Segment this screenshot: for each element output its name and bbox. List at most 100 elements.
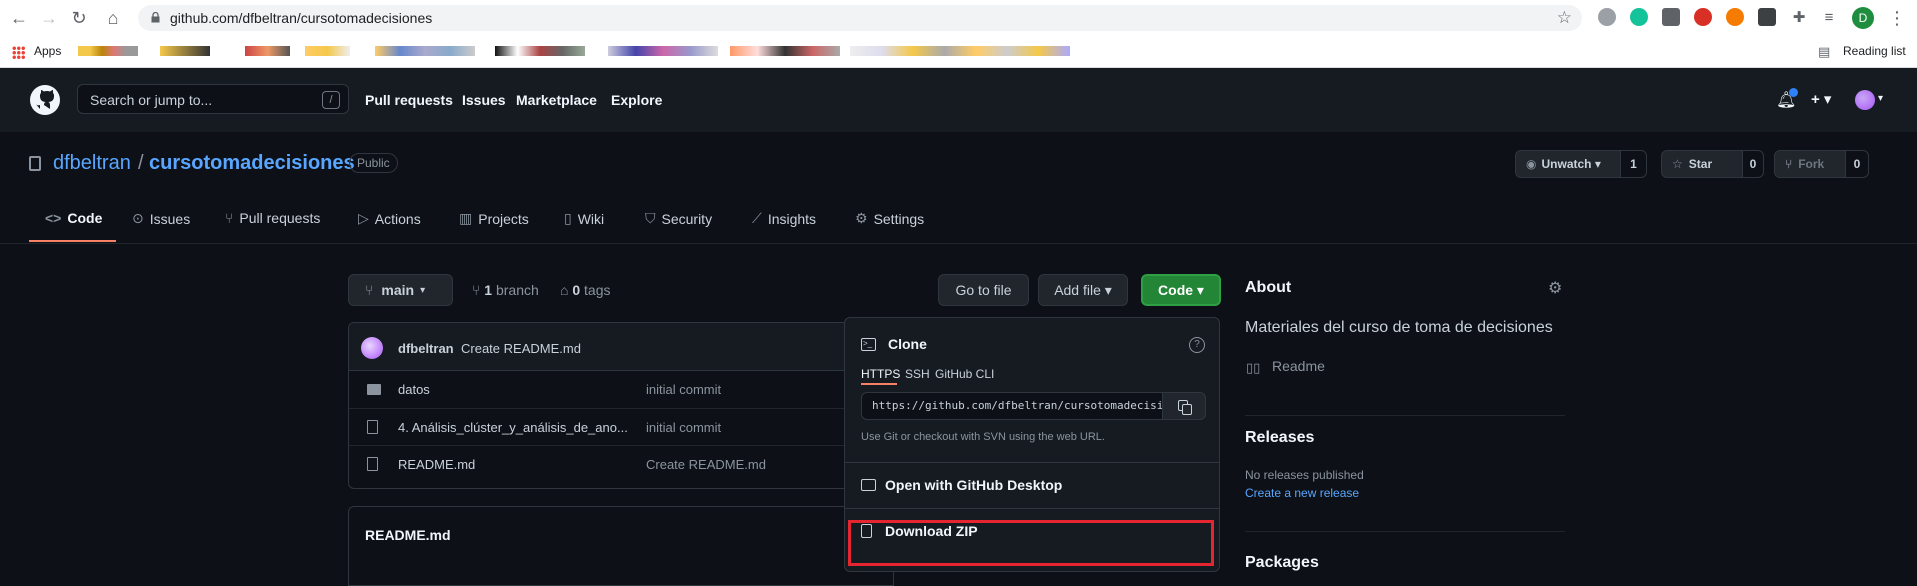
address-bar[interactable]: github.com/dfbeltran/cursotomadecisiones… (138, 5, 1582, 31)
tab-actions[interactable]: ▷ Actions (358, 210, 421, 227)
commit-message[interactable]: Create README.md (461, 341, 581, 356)
lock-icon (151, 12, 160, 23)
extension-icon[interactable] (1726, 8, 1744, 26)
apps-label[interactable]: Apps (34, 44, 61, 58)
branches-link[interactable]: ⑂ 1 branch (472, 282, 539, 298)
clone-tab-cli[interactable]: GitHub CLI (935, 367, 994, 381)
bookmark-item[interactable] (160, 46, 210, 56)
bookmark-item[interactable] (850, 46, 1070, 56)
file-commit-message[interactable]: initial commit (646, 420, 721, 435)
star-button[interactable]: ☆ Star (1661, 150, 1743, 178)
reading-list-icon[interactable]: ▤ (1818, 44, 1830, 60)
commit-author[interactable]: dfbeltran (398, 341, 454, 356)
extension-icon[interactable] (1662, 8, 1680, 26)
bookmark-item[interactable] (375, 46, 475, 56)
reading-list-label[interactable]: Reading list (1843, 44, 1906, 58)
nav-issues[interactable]: Issues (462, 92, 506, 108)
file-commit-message[interactable]: Create README.md (646, 457, 766, 472)
bookmark-item[interactable] (78, 46, 138, 56)
file-name[interactable]: 4. Análisis_clúster_y_análisis_de_ano... (398, 420, 628, 435)
clone-tab-ssh[interactable]: SSH (905, 367, 930, 381)
desktop-icon (861, 479, 876, 491)
eye-icon: ◉ (1526, 157, 1537, 171)
repo-name-link[interactable]: cursotomadecisiones (149, 152, 355, 175)
create-release-link[interactable]: Create a new release (1245, 486, 1359, 500)
menu-icon[interactable]: ⋮ (1886, 7, 1908, 29)
releases-title[interactable]: Releases (1245, 429, 1314, 447)
no-releases-text: No releases published (1245, 468, 1364, 482)
tab-settings[interactable]: ⚙ Settings (855, 210, 924, 227)
bookmark-item[interactable] (730, 46, 840, 56)
tab-pull-requests[interactable]: ⑂ Pull requests (225, 210, 320, 226)
grammarly-icon[interactable] (1630, 8, 1648, 26)
play-icon: ▷ (358, 210, 369, 226)
copy-button[interactable] (1162, 392, 1206, 420)
table-row[interactable]: 4. Análisis_clúster_y_análisis_de_ano...… (349, 408, 893, 445)
file-list: dfbeltran Create README.md datos initial… (348, 322, 894, 489)
tab-code[interactable]: <> Code (45, 210, 102, 226)
unwatch-button[interactable]: ◉ Unwatch ▾ (1515, 150, 1621, 178)
extension-icon[interactable] (1758, 8, 1776, 26)
table-row[interactable]: datos initial commit (349, 371, 893, 408)
code-button[interactable]: Code ▾ (1141, 274, 1221, 306)
bookmark-item[interactable] (245, 46, 290, 56)
tab-wiki[interactable]: ▯ Wiki (564, 210, 604, 227)
open-github-desktop-item[interactable]: Open with GitHub Desktop (845, 462, 1219, 508)
extension-icon[interactable] (1694, 8, 1712, 26)
nav-marketplace[interactable]: Marketplace (516, 92, 597, 108)
forward-icon[interactable]: → (38, 7, 60, 29)
search-input[interactable]: Search or jump to... / (77, 84, 349, 114)
packages-title[interactable]: Packages (1245, 554, 1319, 572)
tab-security[interactable]: ⛉ Security (645, 210, 712, 227)
file-name[interactable]: datos (398, 382, 430, 397)
file-commit-message[interactable]: initial commit (646, 382, 721, 397)
add-file-button[interactable]: Add file ▾ (1038, 274, 1128, 306)
reload-icon[interactable]: ↻ (68, 7, 90, 29)
readme-link[interactable]: Readme (1272, 358, 1325, 374)
help-icon[interactable]: ? (1189, 337, 1205, 353)
table-row[interactable]: README.md Create README.md (349, 445, 893, 482)
tab-issues[interactable]: ⊙ Issues (132, 210, 190, 227)
fork-button[interactable]: ⑂ Fork (1774, 150, 1846, 178)
graph-icon: ⟋ (752, 210, 762, 226)
star-count[interactable]: 0 (1742, 150, 1764, 178)
chevron-down-icon[interactable]: ▾ (1878, 93, 1883, 104)
go-to-file-button[interactable]: Go to file (938, 274, 1029, 306)
apps-grid-icon[interactable] (12, 46, 25, 59)
file-name[interactable]: README.md (398, 457, 475, 472)
github-logo-icon[interactable] (29, 84, 61, 116)
home-icon[interactable]: ⌂ (102, 7, 124, 29)
bookmark-item[interactable] (305, 46, 350, 56)
tags-link[interactable]: ⌂ 0 tags (560, 282, 611, 298)
divider (1245, 531, 1565, 532)
clone-title: Clone (888, 336, 927, 352)
puzzle-icon[interactable]: ✚ (1788, 7, 1810, 29)
user-avatar[interactable] (1855, 90, 1875, 110)
clone-tab-https[interactable]: HTTPS (861, 367, 900, 381)
author-avatar[interactable] (361, 337, 383, 359)
bookmark-star-icon[interactable]: ☆ (1557, 8, 1572, 28)
tag-icon: ⌂ (560, 282, 569, 298)
tab-insights[interactable]: ⟋ Insights (752, 210, 816, 227)
profile-avatar[interactable]: D (1852, 7, 1874, 29)
extension-icon[interactable] (1598, 8, 1616, 26)
watch-count[interactable]: 1 (1620, 150, 1647, 178)
back-icon[interactable]: ← (8, 7, 30, 29)
bookmark-item[interactable] (608, 46, 718, 56)
bookmark-item[interactable] (495, 46, 585, 56)
gear-icon[interactable]: ⚙ (1548, 278, 1562, 298)
code-icon: <> (45, 210, 62, 226)
clone-url-field[interactable]: https://github.com/dfbeltran/cursotomade… (861, 392, 1163, 420)
create-new-menu[interactable]: + ▾ (1811, 90, 1831, 108)
clone-dropdown: >_ Clone ? HTTPS SSH GitHub CLI https://… (844, 317, 1220, 572)
github-header: Search or jump to... / Pull requests Iss… (0, 68, 1917, 132)
media-icon[interactable]: ≡ (1818, 7, 1840, 29)
tab-projects[interactable]: ▥ Projects (459, 210, 529, 227)
readme-title[interactable]: README.md (365, 527, 451, 543)
nav-pull-requests[interactable]: Pull requests (365, 92, 453, 108)
fork-count[interactable]: 0 (1845, 150, 1869, 178)
branch-selector[interactable]: ⑂ main ▾ (348, 274, 453, 306)
repo-owner-link[interactable]: dfbeltran (53, 152, 131, 175)
branch-icon: ⑂ (365, 282, 374, 298)
nav-explore[interactable]: Explore (611, 92, 662, 108)
